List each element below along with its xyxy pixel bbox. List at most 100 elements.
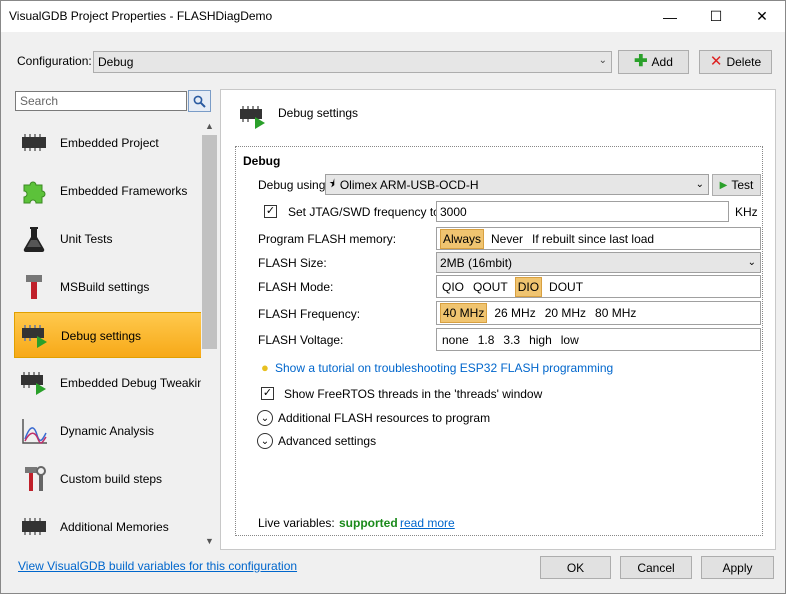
chip-icon (22, 134, 46, 151)
flash-freq-40[interactable]: 40 MHz (440, 303, 488, 323)
sidebar-item-msbuild-settings[interactable]: MSBuild settings (14, 264, 202, 310)
flash-mode-qout[interactable]: QOUT (471, 278, 510, 296)
add-button[interactable]: ✚ Add (618, 50, 689, 74)
live-variables-label: Live variables: (258, 516, 335, 530)
close-icon: ✕ (756, 8, 768, 24)
sidebar-item-label: Debug settings (61, 329, 142, 343)
flash-mode-qio[interactable]: QIO (440, 278, 466, 296)
flash-voltage-none[interactable]: none (440, 331, 471, 349)
title-bar: VisualGDB Project Properties - FLASHDiag… (1, 1, 785, 32)
chevron-down-icon: ⌄ (747, 257, 756, 268)
program-flash-if-rebuilt[interactable]: If rebuilt since last load (530, 230, 656, 248)
chip-icon (22, 518, 46, 535)
hammer-icon (26, 275, 42, 299)
ok-button[interactable]: OK (540, 556, 611, 579)
tools-icon (25, 466, 46, 491)
sidebar-item-label: Embedded Frameworks (60, 184, 188, 198)
program-flash-always[interactable]: Always (440, 228, 485, 249)
configuration-value: Debug (98, 55, 134, 69)
flash-size-value: 2MB (16mbit) (440, 255, 513, 270)
sidebar-item-embedded-project[interactable]: Embedded Project (14, 120, 202, 166)
sidebar-item-label: MSBuild settings (60, 280, 150, 294)
flash-freq-26[interactable]: 26 MHz (492, 304, 537, 322)
sidebar-item-label: Embedded Debug Tweaking (60, 376, 211, 390)
search-input[interactable]: Search (15, 91, 187, 111)
flash-freq-80[interactable]: 80 MHz (593, 304, 638, 322)
chip-play-icon (21, 372, 46, 395)
scroll-down-icon[interactable]: ▼ (201, 533, 218, 550)
cancel-button[interactable]: Cancel (620, 556, 692, 579)
close-button[interactable]: ✕ (739, 1, 785, 32)
live-variables-status: supported (339, 516, 398, 530)
sidebar-item-additional-memories[interactable]: Additional Memories (14, 504, 202, 550)
build-variables-link[interactable]: View VisualGDB build variables for this … (18, 559, 297, 573)
chip-play-icon (240, 106, 265, 129)
delete-button[interactable]: ✕ Delete (699, 50, 772, 74)
sidebar-item-label: Embedded Project (60, 136, 159, 150)
read-more-link[interactable]: read more (400, 516, 455, 530)
flash-voltage-1-8[interactable]: 1.8 (476, 331, 497, 349)
flash-frequency-label: FLASH Frequency: (258, 307, 361, 321)
additional-flash-label[interactable]: Additional FLASH resources to program (278, 411, 490, 425)
flask-icon (23, 227, 45, 253)
sidebar-item-custom-build-steps[interactable]: Custom build steps (14, 456, 202, 502)
chevron-down-icon: ⌄ (260, 412, 270, 424)
flash-mode-options: QIO QOUT DIO DOUT (436, 275, 761, 298)
sidebar-item-label: Dynamic Analysis (60, 424, 155, 438)
debug-using-select[interactable]: ⯨ Olimex ARM-USB-OCD-H ⌄ (325, 174, 709, 195)
jtag-unit: KHz (735, 205, 758, 219)
jtag-label: Set JTAG/SWD frequency to: (288, 205, 444, 219)
flash-mode-dio[interactable]: DIO (514, 276, 543, 297)
debug-using-value: Olimex ARM-USB-OCD-H (339, 177, 479, 192)
flash-voltage-high[interactable]: high (527, 331, 554, 349)
configuration-select[interactable]: Debug ⌄ (93, 51, 612, 73)
sidebar-item-label: Unit Tests (60, 232, 113, 246)
program-flash-label: Program FLASH memory: (258, 232, 397, 246)
additional-flash-expander[interactable]: ⌄ (257, 410, 273, 426)
flash-mode-dout[interactable]: DOUT (547, 278, 585, 296)
chip-play-icon (22, 325, 47, 348)
plus-icon: ✚ (634, 53, 648, 70)
add-label: Add (651, 55, 673, 69)
flash-voltage-options: none 1.8 3.3 high low (436, 328, 761, 351)
delete-label: Delete (726, 55, 762, 69)
debug-using-label: Debug using: (258, 178, 329, 192)
page-title: Debug settings (278, 106, 359, 120)
jtag-frequency-value: 3000 (440, 204, 467, 219)
properties-window: VisualGDB Project Properties - FLASHDiag… (0, 0, 786, 594)
sidebar-item-dynamic-analysis[interactable]: Dynamic Analysis (14, 408, 202, 454)
freertos-checkbox[interactable]: ✓ (261, 387, 274, 400)
sidebar-item-embedded-debug-tweaking[interactable]: Embedded Debug Tweaking (14, 360, 211, 406)
program-flash-never[interactable]: Never (489, 230, 525, 248)
tutorial-link[interactable]: Show a tutorial on troubleshooting ESP32… (275, 361, 613, 375)
delete-icon: ✕ (709, 53, 723, 70)
test-button[interactable]: ▶ Test (712, 174, 761, 196)
advanced-expander[interactable]: ⌄ (257, 433, 273, 449)
flash-size-select[interactable]: 2MB (16mbit) ⌄ (436, 252, 761, 273)
jtag-frequency-input[interactable]: 3000 (436, 201, 729, 222)
sidebar-scrollbar[interactable]: ▲ ▼ (201, 118, 218, 550)
sidebar-item-debug-settings[interactable]: Debug settings (14, 312, 202, 358)
group-title: Debug (243, 154, 281, 168)
apply-button[interactable]: Apply (701, 556, 774, 579)
maximize-button[interactable]: ☐ (693, 1, 739, 32)
advanced-settings-label[interactable]: Advanced settings (278, 434, 376, 448)
scroll-up-icon[interactable]: ▲ (201, 118, 218, 135)
minimize-button[interactable]: — (647, 1, 693, 32)
chevron-down-icon: ⌄ (598, 55, 607, 66)
search-button[interactable] (188, 90, 211, 112)
flash-voltage-low[interactable]: low (559, 331, 581, 349)
scroll-thumb[interactable] (202, 135, 217, 349)
puzzle-icon (23, 181, 46, 204)
flash-frequency-options: 40 MHz 26 MHz 20 MHz 80 MHz (436, 301, 761, 325)
sidebar-item-unit-tests[interactable]: Unit Tests (14, 216, 202, 262)
minimize-icon: — (663, 8, 677, 25)
flash-voltage-3-3[interactable]: 3.3 (501, 331, 522, 349)
test-label: Test (731, 178, 754, 192)
play-icon: ▶ (719, 179, 728, 191)
sidebar-item-embedded-frameworks[interactable]: Embedded Frameworks (14, 168, 202, 214)
flash-size-label: FLASH Size: (258, 256, 327, 270)
sidebar-item-label: Custom build steps (60, 472, 163, 486)
jtag-checkbox[interactable]: ✓ (264, 205, 277, 218)
flash-freq-20[interactable]: 20 MHz (543, 304, 588, 322)
